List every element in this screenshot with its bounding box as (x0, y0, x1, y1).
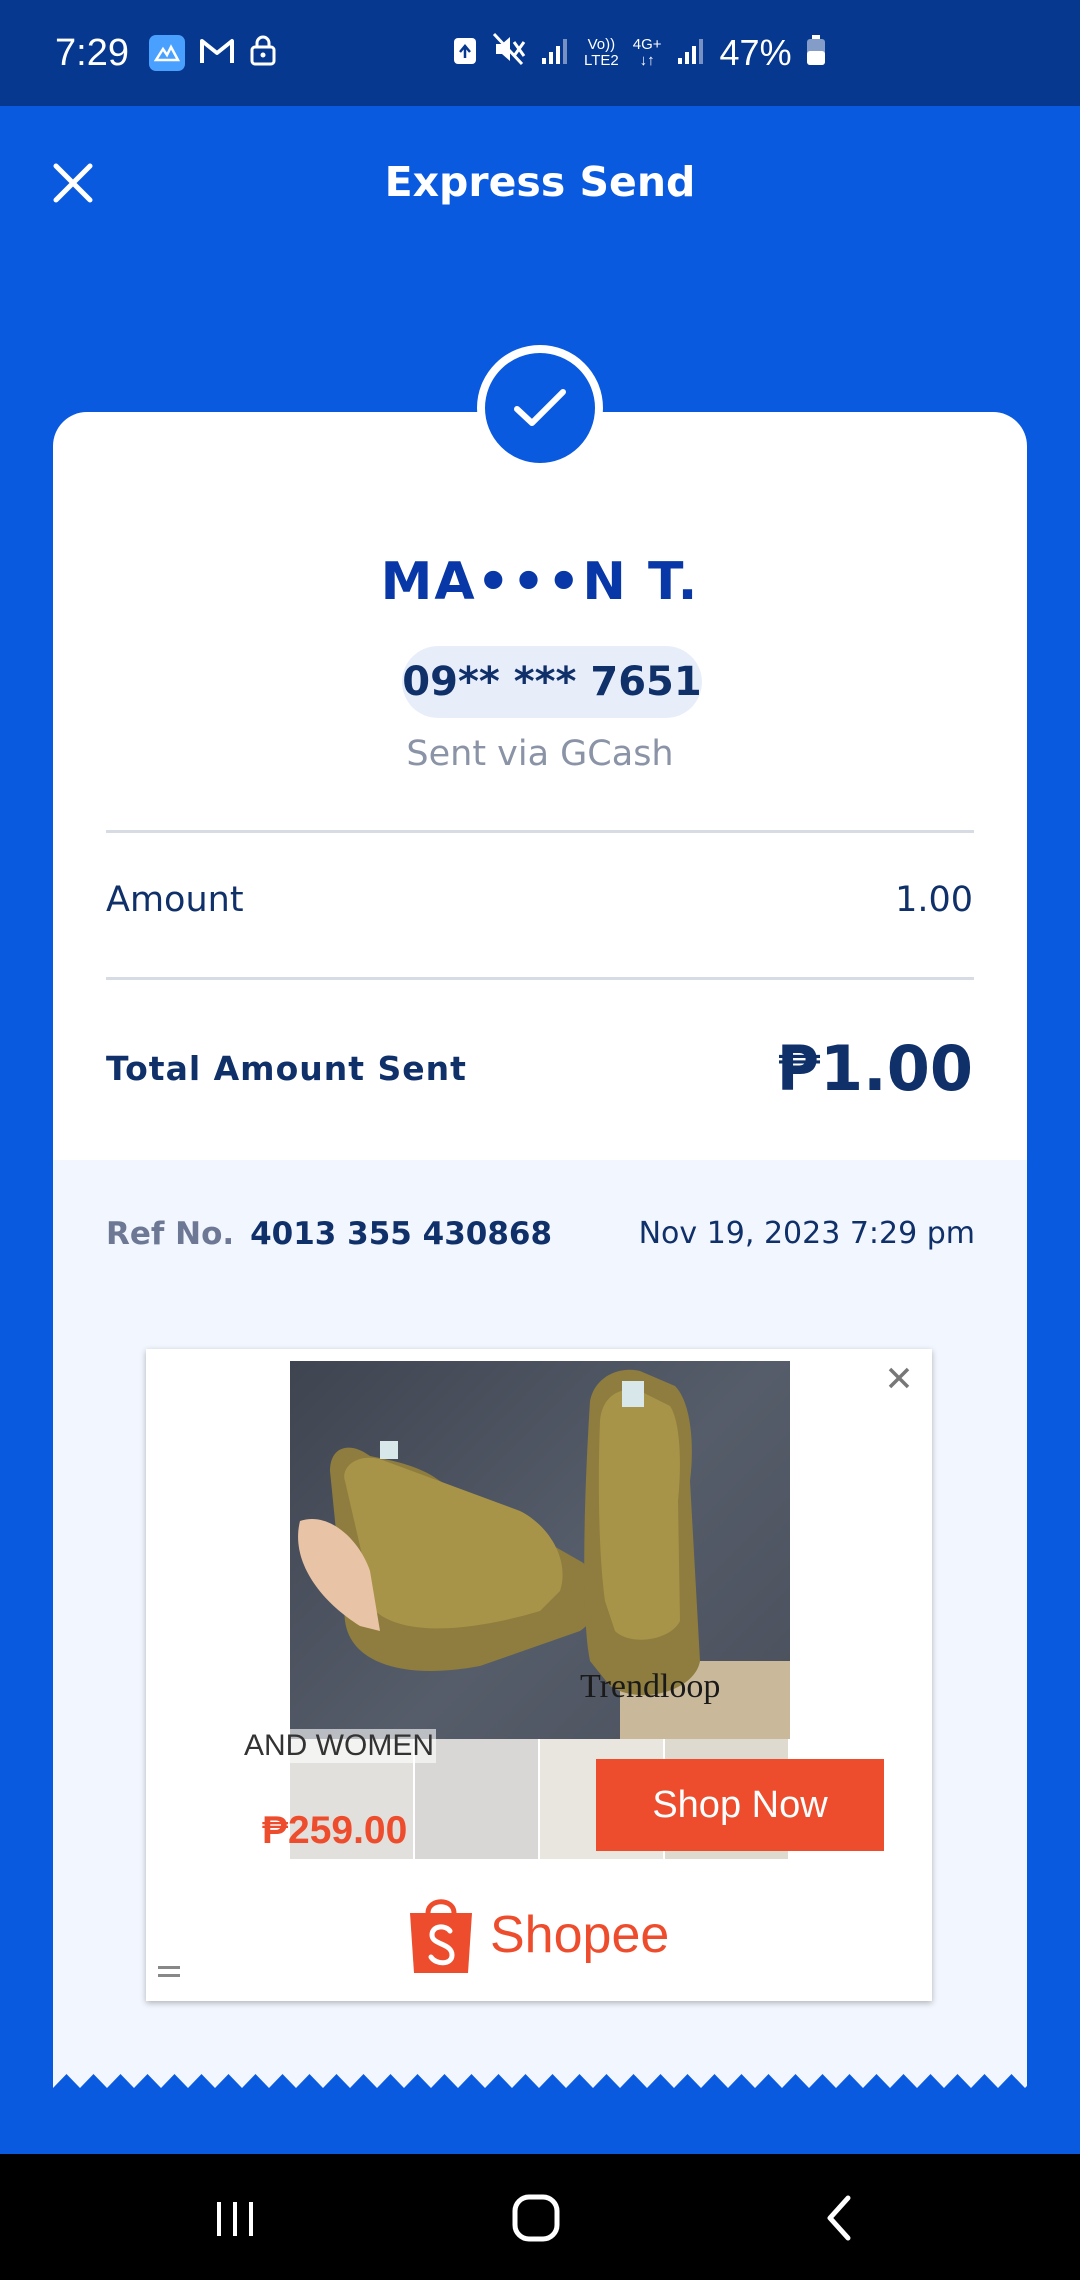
receipt-zigzag-edge (53, 2074, 1027, 2100)
divider (106, 830, 974, 833)
checkmark-icon (514, 389, 566, 426)
status-time: 7:29 (55, 31, 129, 74)
total-value: ₱1.00 (776, 1032, 973, 1105)
battery-icon (806, 32, 826, 75)
recycle-icon (452, 32, 478, 75)
header: Express Send (0, 106, 1080, 256)
recent-apps-icon (217, 2202, 253, 2236)
recipient-phone: 09** *** 7651 (402, 646, 702, 718)
shopee-bag-icon (410, 1899, 472, 1973)
system-nav-bar (0, 2154, 1080, 2280)
close-icon (888, 1367, 910, 1389)
success-badge (477, 345, 603, 471)
divider (106, 977, 974, 980)
status-bar: 7:29 Vo)) LTE2 4G+ ↓↑ 47% (0, 0, 1080, 106)
total-label: Total Amount Sent (106, 1049, 467, 1088)
shop-now-button[interactable]: Shop Now (596, 1759, 884, 1851)
signal-icon (540, 32, 570, 75)
reference-line: Ref No. 4013 355 430868 (106, 1216, 552, 1252)
ad-caption: AND WOMEN (242, 1729, 436, 1763)
lock-icon (249, 32, 277, 75)
page-title: Express Send (384, 158, 696, 206)
battery-percent: 47% (719, 32, 792, 73)
ad-close-button[interactable] (884, 1363, 914, 1393)
data-arrows-icon: ↓↑ (639, 52, 655, 69)
shopee-logo[interactable]: Shopee (406, 1893, 669, 1977)
volte-indicator: Vo)) LTE2 (584, 37, 619, 69)
gmail-icon (199, 32, 235, 75)
volte-label: Vo)) (587, 36, 616, 53)
ref-number[interactable]: 4013 355 430868 (250, 1216, 552, 1252)
ad-price: ₱259.00 (262, 1809, 408, 1852)
ad-info-icon[interactable] (158, 1963, 180, 1981)
amount-label: Amount (106, 880, 244, 920)
home-icon (512, 2194, 560, 2242)
recent-apps-button[interactable] (205, 2188, 265, 2248)
lte-label: LTE2 (584, 52, 619, 69)
signal-icon-2 (676, 32, 706, 75)
shopee-wordmark: Shopee (490, 1906, 670, 1964)
gallery-icon (148, 35, 185, 71)
mute-icon (492, 32, 526, 75)
back-icon (827, 2195, 851, 2241)
ref-label: Ref No. (106, 1216, 235, 1252)
data-type-label: 4G+ (632, 36, 662, 53)
back-button[interactable] (810, 2188, 870, 2248)
recipient-name: MA•••N T. (380, 552, 700, 612)
ad-image-watermark: Trendloop (580, 1668, 721, 1705)
home-button[interactable] (506, 2188, 566, 2248)
sent-via-label: Sent via GCash (406, 734, 674, 774)
ad-banner[interactable]: AND WOMEN ₱259.00 Shop Now Shopee (146, 1349, 932, 2001)
data-indicator: 4G+ ↓↑ (633, 37, 662, 69)
amount-value: 1.00 (895, 880, 973, 920)
transaction-date: Nov 19, 2023 7:29 pm (638, 1216, 975, 1251)
